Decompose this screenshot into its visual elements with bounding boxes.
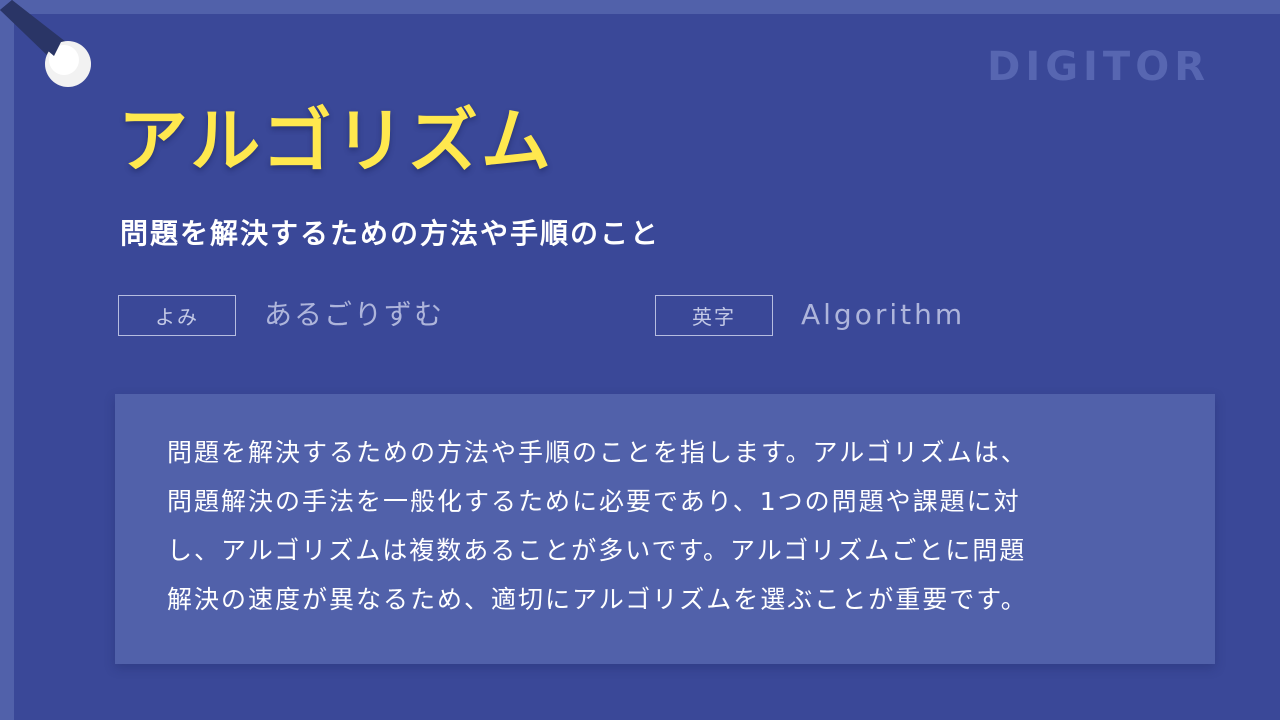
reading-value: あるごりずむ [264,298,445,331]
description-line: 問題解決の手法を一般化するために必要であり、1つの問題や課題に対 [167,487,1021,516]
description-line: し、アルゴリズムは複数あることが多いです。アルゴリズムごとに問題 [167,536,1027,565]
english-value: Algorithm [801,298,966,331]
reading-label: よみ [155,305,199,329]
description-text: 問題を解決するための方法や手順のことを指します。アルゴリズムは、 問題解決の手法… [167,428,1163,624]
pushpin-icon [0,0,100,100]
english-label-badge: 英字 [655,295,773,336]
pin-strap-overlap [0,0,62,56]
brand-logo: DIGITOR [987,44,1210,90]
frame-left-border [0,0,14,720]
description-box: 問題を解決するための方法や手順のことを指します。アルゴリズムは、 問題解決の手法… [115,394,1215,664]
description-line: 問題を解決するための方法や手順のことを指します。アルゴリズムは、 [167,438,1028,467]
reading-label-badge: よみ [118,295,236,336]
term-subtitle: 問題を解決するための方法や手順のこと [120,217,661,250]
frame-top-border [0,0,1280,14]
term-title: アルゴリズム [118,100,554,182]
description-line: 解決の速度が異なるため、適切にアルゴリズムを選ぶことが重要です。 [167,585,1028,614]
pushpin-graphic [0,0,91,87]
english-label: 英字 [692,305,736,329]
